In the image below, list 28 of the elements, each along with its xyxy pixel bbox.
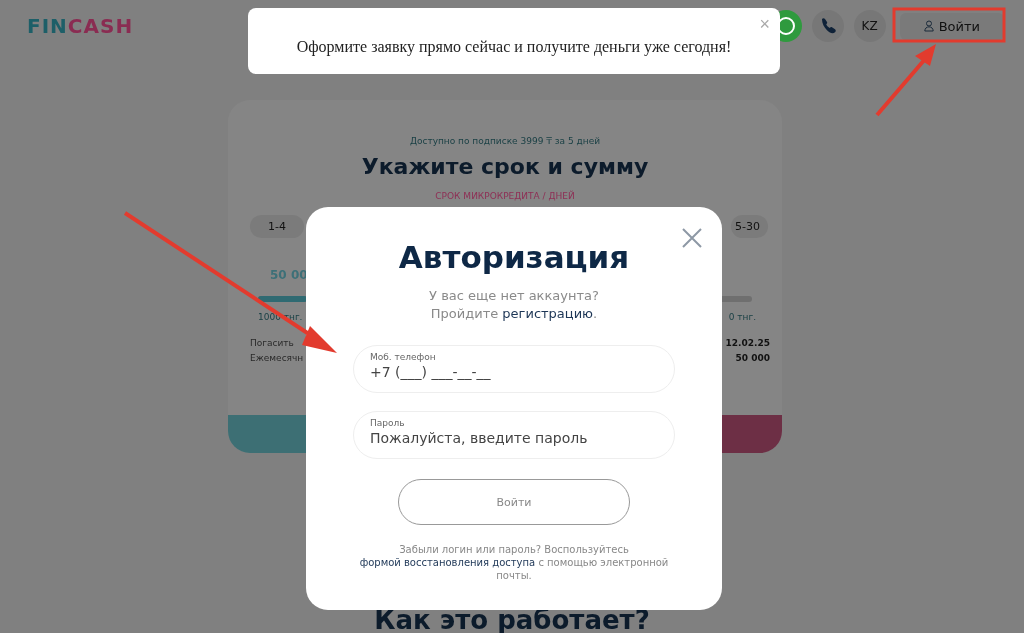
- user-icon: [923, 20, 934, 32]
- dialog-title: Авторизация: [398, 238, 630, 277]
- close-icon[interactable]: [681, 227, 703, 249]
- language-button[interactable]: KZ: [853, 10, 886, 42]
- row-label: Погасить: [250, 337, 294, 350]
- no-account-text: У вас еще нет аккаунта?: [429, 287, 599, 305]
- login-submit-button[interactable]: Войти: [398, 479, 630, 525]
- close-button[interactable]: ×: [759, 14, 770, 34]
- register-prompt: Пройдите регистрацию.: [430, 306, 598, 321]
- calculator-title: Укажите срок и сумму: [360, 154, 650, 179]
- field-label: Моб. телефон: [370, 352, 437, 362]
- subscription-note: Доступно по подписке 3999 ₸ за 5 дней: [408, 136, 602, 146]
- term-option[interactable]: 5-30: [731, 215, 768, 238]
- phone-input[interactable]: +7 (___) ___-__-__: [370, 364, 658, 380]
- login-button[interactable]: Войти: [899, 12, 1004, 40]
- register-link[interactable]: регистрацию: [502, 306, 594, 321]
- row-value: 50 000: [735, 352, 770, 365]
- toast-message: Оформите заявку прямо сейчас и получите деньги уже сегодня!: [296, 38, 732, 56]
- row-label: Ежемесячн: [250, 352, 304, 365]
- forgot-text: Забыли логин или пароль? Воспользуйтесь формой восстановления доступа с помощью электронной почты.: [359, 543, 669, 582]
- phone-icon[interactable]: [811, 10, 844, 42]
- row-value: 12.02.25: [725, 337, 770, 350]
- term-label: СРОК МИКРОКРЕДИТА / ДНЕЙ: [434, 191, 576, 201]
- recovery-link[interactable]: формой восстановления доступа: [359, 557, 536, 568]
- term-option[interactable]: 1-4: [250, 215, 304, 238]
- field-label: Пароль: [370, 418, 406, 428]
- max-label: 0 тнг.: [728, 312, 756, 322]
- password-input[interactable]: Пожалуйста, введите пароль: [370, 430, 658, 446]
